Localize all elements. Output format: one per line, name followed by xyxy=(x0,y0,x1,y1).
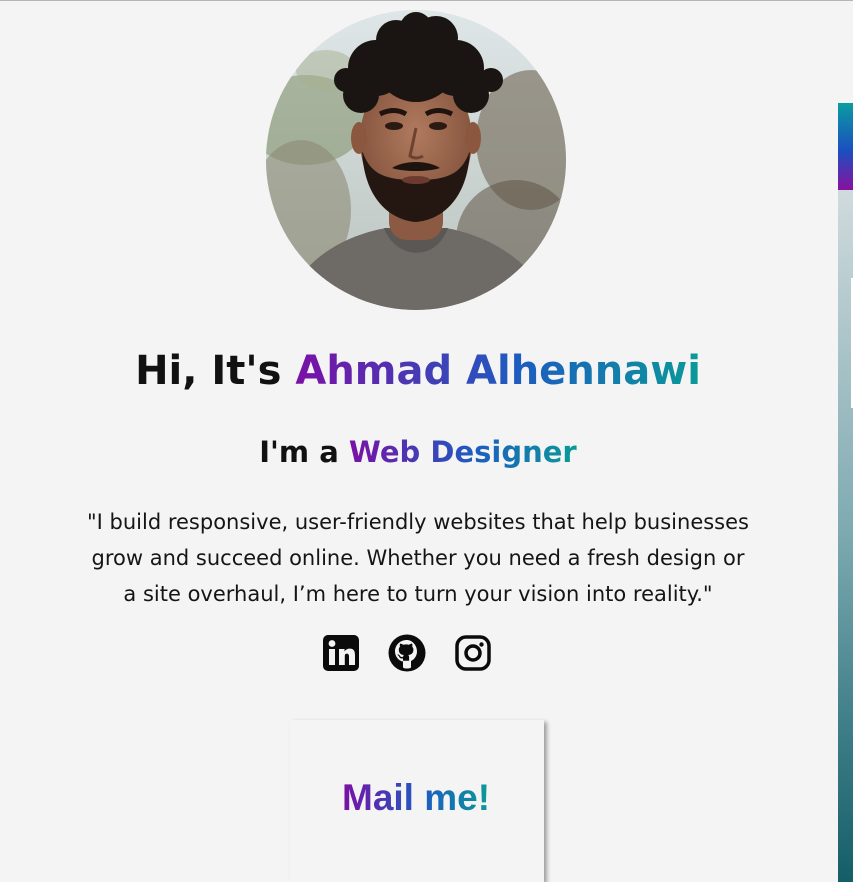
linkedin-icon[interactable] xyxy=(322,634,360,672)
github-icon[interactable] xyxy=(388,634,426,672)
hero-headline: Hi, It's Ahmad Alhennawi xyxy=(0,347,836,395)
bio-text: "I build responsive, user-friendly websi… xyxy=(87,510,749,606)
mail-me-button[interactable]: Mail me! xyxy=(290,720,544,882)
page-scrollbar[interactable] xyxy=(838,103,853,882)
instagram-icon[interactable] xyxy=(454,634,492,672)
profile-photo xyxy=(266,10,566,310)
mail-me-label: Mail me! xyxy=(342,777,491,818)
hero-role: I'm a Web Designer xyxy=(0,434,836,470)
window-top-border xyxy=(0,0,853,1)
role-title: Web Designer xyxy=(348,435,577,469)
role-prefix: I'm a xyxy=(259,435,349,469)
hero-name: Ahmad Alhennawi xyxy=(295,348,701,394)
social-links xyxy=(322,634,492,672)
greeting-text: Hi, It's xyxy=(135,348,296,394)
scrollbar-thumb[interactable] xyxy=(838,103,853,190)
